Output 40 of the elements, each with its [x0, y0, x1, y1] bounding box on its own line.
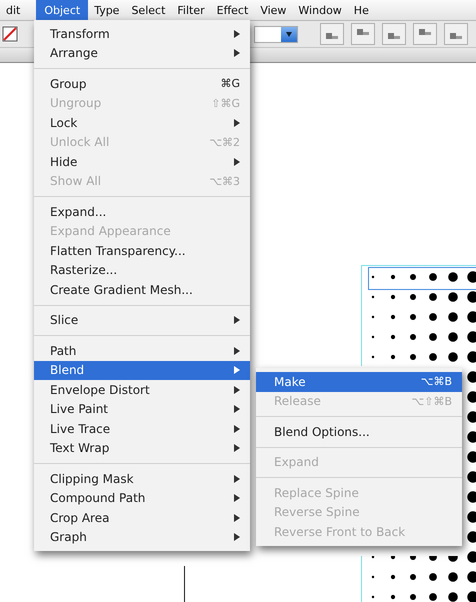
menu-item[interactable]: Blend — [34, 360, 250, 380]
canvas-line — [184, 566, 186, 602]
caret-icon — [286, 32, 292, 36]
menu-item[interactable]: Envelope Distort — [34, 380, 250, 400]
align-button[interactable] — [382, 23, 406, 45]
menu-title[interactable]: Effect — [210, 0, 254, 20]
menu-item[interactable]: Live Trace — [34, 419, 250, 438]
menu-item[interactable]: Live Paint — [34, 400, 250, 419]
menu-item[interactable]: Expand... — [34, 202, 250, 222]
align-button[interactable] — [351, 23, 375, 45]
menu-item[interactable]: Flatten Transparency... — [34, 241, 250, 260]
menu-title[interactable]: Select — [125, 0, 172, 20]
menu-item[interactable]: Group ⌘G — [34, 74, 250, 94]
menu-title[interactable]: He — [348, 0, 375, 20]
menu-item[interactable]: Path — [34, 341, 250, 360]
dropdown-button[interactable] — [281, 26, 297, 42]
align-button[interactable] — [320, 23, 344, 45]
menu-item[interactable]: Lock — [34, 113, 250, 132]
input-field[interactable] — [254, 26, 298, 42]
menu-item[interactable]: Graph — [34, 528, 250, 547]
align-button[interactable] — [413, 23, 437, 45]
menu-title[interactable]: Window — [292, 0, 348, 20]
menu-item[interactable]: Make ⌥⌘B — [256, 372, 462, 392]
menu-title[interactable]: Type — [88, 0, 126, 20]
menu-item[interactable]: Slice — [34, 310, 250, 330]
menu-title[interactable]: dit — [0, 0, 26, 20]
menu-title[interactable]: View — [254, 0, 292, 20]
menu-item[interactable]: Arrange — [34, 44, 250, 63]
menu-item[interactable]: Compound Path — [34, 488, 250, 508]
menu-item[interactable]: Blend Options... — [256, 422, 462, 442]
menu-item[interactable]: Create Gradient Mesh... — [34, 280, 250, 300]
menu-title[interactable]: Object — [36, 0, 88, 20]
menu-item[interactable]: Text Wrap — [34, 438, 250, 458]
menu-title[interactable]: Filter — [171, 0, 211, 20]
menu-item[interactable]: Hide — [34, 152, 250, 172]
align-button[interactable] — [444, 23, 468, 45]
menu-item[interactable]: Rasterize... — [34, 260, 250, 280]
menu-item[interactable]: Clipping Mask — [34, 469, 250, 488]
menu-item[interactable]: Crop Area — [34, 508, 250, 528]
no-fill-swatch-icon[interactable] — [2, 26, 18, 42]
